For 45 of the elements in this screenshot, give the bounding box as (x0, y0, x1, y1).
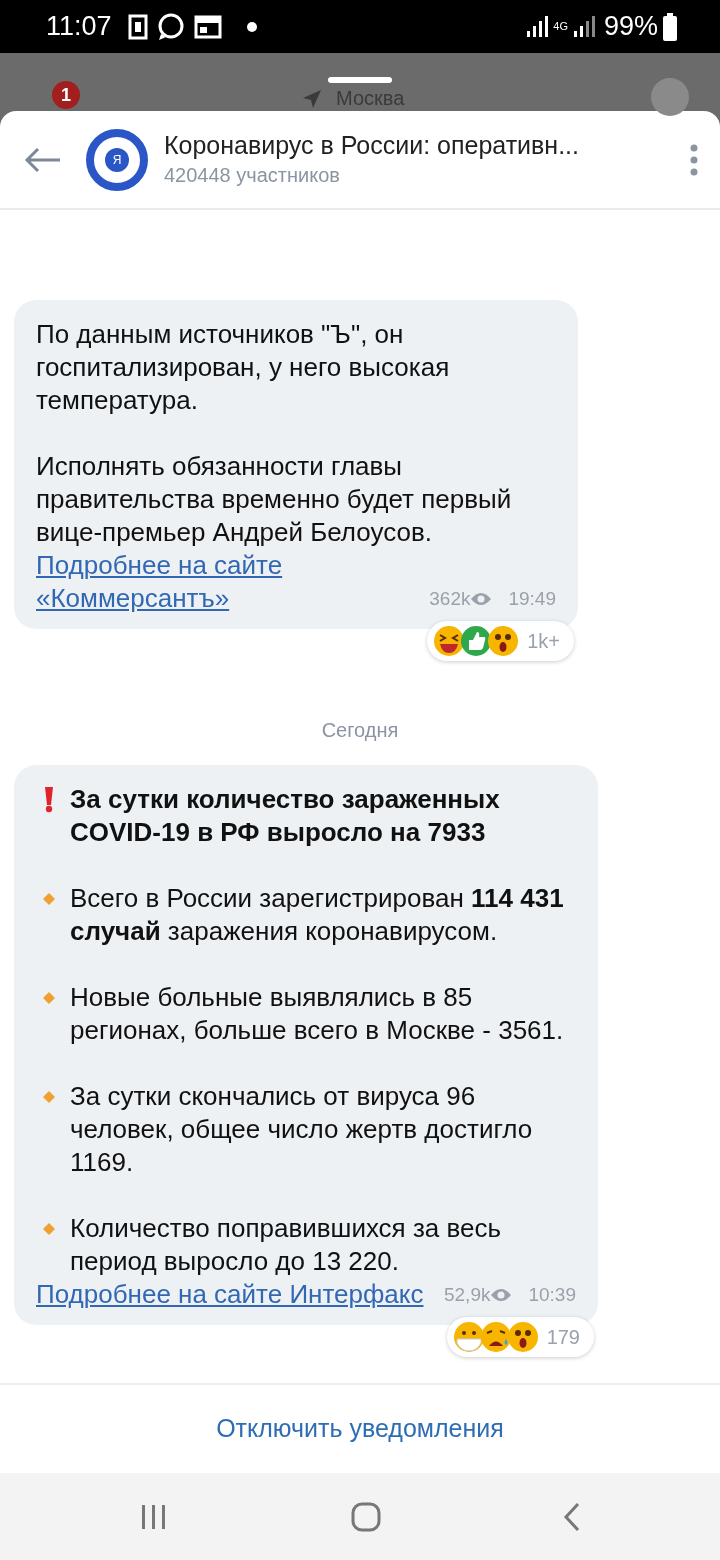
source-link[interactable]: Подробнее на сайте Интерфакс (36, 1278, 424, 1311)
reaction-count: 179 (546, 1325, 580, 1350)
battery-icon (662, 12, 678, 41)
calendar-icon (193, 13, 222, 40)
eye-icon (490, 1286, 513, 1303)
message-time: 10:39 (528, 1283, 576, 1307)
dot-icon (245, 20, 258, 33)
sheet-handle[interactable] (328, 77, 392, 83)
notification-badge: 1 (52, 81, 80, 109)
avatar-icon (650, 77, 690, 117)
back-button[interactable] (24, 146, 62, 173)
surprised-face-icon (506, 1321, 539, 1353)
message-text: За сутки скончались от вируса 96 человек, общее число жертв достигло 1169. (70, 1080, 534, 1179)
member-count: 420448 участников (164, 162, 341, 188)
message-text: Новые больные выявлялись в 85 регионах, больше всего в Москве - 3561. (70, 981, 565, 1047)
masked-face-icon (452, 1321, 485, 1353)
chat-title: Коронавирус в России: оперативн... (164, 129, 580, 160)
mute-notifications-button[interactable]: Отключить уведомления (210, 1409, 510, 1449)
message-text: Всего в России зарегистрирован 114 431 случай заражения коронавирусом. (70, 882, 565, 948)
source-link[interactable]: Подробнее на сайте «Коммерсантъ» (36, 549, 336, 615)
home-icon[interactable] (351, 1501, 381, 1532)
reactions-pill[interactable]: 1k+ (427, 621, 574, 661)
message-title: За сутки количество зараженных COVID-19 в РФ выросло на 7933 (70, 783, 501, 849)
signal-icon (525, 14, 550, 39)
navigation-arrow-icon (302, 89, 322, 109)
signal-icon (571, 14, 596, 39)
date-separator: Сегодня (320, 718, 400, 743)
message-text: По данным источников "Ъ", он госпитализирован, у него высокая температура. (36, 318, 451, 417)
network-type: 4G (553, 21, 568, 32)
battery-level: 99% (603, 10, 658, 44)
notification-icon (127, 13, 148, 40)
message-text: Исполнять обязанности главы правительства временно будет первый вице-премьер Андрей Белоусов. (36, 450, 513, 549)
crying-face-icon (479, 1321, 512, 1353)
reaction-count: 1k+ (527, 629, 560, 654)
clock-time: 11:07 (46, 10, 112, 44)
surprised-face-icon (487, 625, 520, 657)
avatar-letter: Я (105, 147, 129, 172)
more-button[interactable] (688, 142, 700, 177)
back-icon[interactable] (563, 1501, 581, 1532)
message-text: Количество поправившихся за весь период выросло до 13 220. (70, 1212, 503, 1278)
eye-icon (470, 590, 493, 607)
message-time: 19:49 (508, 587, 556, 611)
view-count: 52,9k (443, 1283, 491, 1307)
view-count: 362k (429, 587, 471, 611)
reactions-pill[interactable]: 179 (446, 1317, 594, 1357)
